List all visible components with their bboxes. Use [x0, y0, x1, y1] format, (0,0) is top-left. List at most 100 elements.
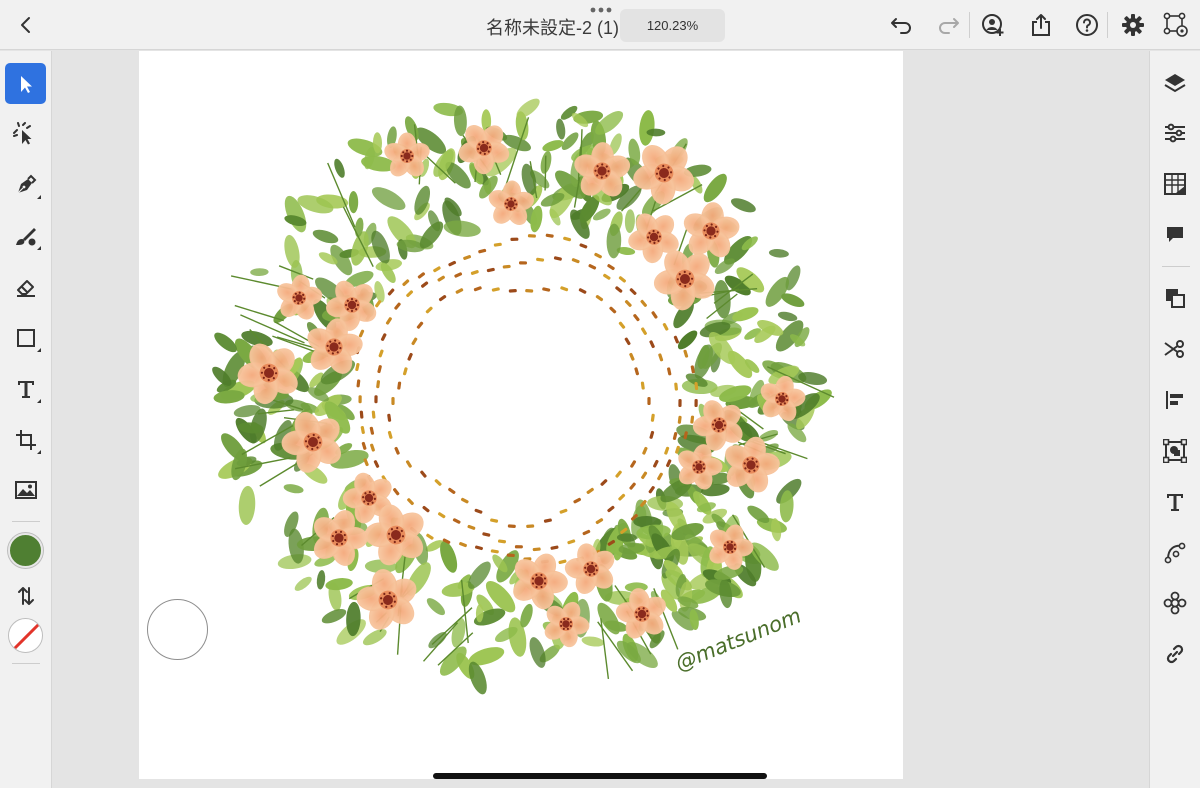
stamen [405, 149, 409, 152]
dash [437, 275, 445, 282]
dash [355, 363, 360, 371]
cloud-sync-button[interactable] [1162, 11, 1190, 39]
dash [482, 532, 491, 537]
dash [448, 260, 457, 267]
image-place-tool[interactable] [5, 469, 46, 510]
rectangle-icon [16, 328, 35, 347]
leaf [556, 118, 566, 140]
leaf [362, 629, 387, 646]
layers-button[interactable] [1161, 69, 1189, 97]
invite-button[interactable] [980, 11, 1008, 39]
selection-tool[interactable] [5, 63, 46, 104]
flower-center [403, 152, 411, 160]
eraser-icon [16, 279, 35, 297]
fill-color-swatch[interactable] [8, 533, 43, 568]
dash [674, 382, 678, 391]
pen-tool[interactable] [5, 164, 46, 205]
dash [375, 300, 382, 308]
dash [615, 286, 623, 293]
leaf [677, 330, 698, 350]
swap-colors-button[interactable] [5, 575, 46, 616]
dash [588, 264, 597, 270]
touch-shortcut-button[interactable] [147, 599, 208, 660]
leaf [624, 209, 635, 233]
dash [573, 497, 582, 504]
dash [493, 242, 502, 247]
dash [506, 553, 515, 558]
dash [422, 505, 430, 513]
canvas-svg: @matsunom [209, 95, 835, 696]
undo-button[interactable] [888, 11, 916, 39]
dash [563, 236, 572, 242]
dash [649, 430, 655, 439]
dash [378, 349, 384, 358]
type-panel-button[interactable] [1161, 488, 1189, 516]
appearance-button[interactable] [1161, 170, 1189, 198]
dash [407, 498, 414, 506]
leaf [374, 281, 385, 303]
dash [363, 458, 369, 467]
direct-selection-tool[interactable] [5, 113, 46, 154]
dash [518, 261, 528, 265]
crop-transform-tool[interactable] [5, 419, 46, 460]
zoom-level[interactable]: 120.23% [620, 9, 725, 42]
dash [438, 295, 447, 302]
arrange-button[interactable] [1161, 284, 1189, 312]
document-title[interactable]: 名称未設定-2 (1) [486, 14, 619, 40]
align-button[interactable] [1161, 386, 1189, 414]
dash [579, 243, 588, 249]
redo-button[interactable] [934, 11, 962, 39]
scissors-icon [1164, 340, 1184, 358]
share-button[interactable] [1027, 11, 1055, 39]
dash [470, 270, 479, 275]
dash [560, 286, 569, 292]
leaf [250, 268, 269, 277]
stamen [409, 158, 412, 161]
repeat-button[interactable] [1161, 589, 1189, 617]
align-left-icon [1166, 391, 1183, 409]
dash [360, 426, 365, 434]
dash [387, 430, 393, 439]
eraser-tool[interactable] [5, 266, 46, 307]
dash [373, 460, 380, 468]
dash [467, 524, 476, 530]
stamen [402, 151, 405, 154]
cut-button[interactable] [1161, 335, 1189, 363]
dash [550, 545, 559, 550]
dash [664, 446, 670, 455]
dash [677, 415, 682, 424]
type-tool[interactable] [5, 368, 46, 409]
link-button[interactable] [1161, 640, 1189, 668]
pathfinder-button[interactable] [1161, 437, 1189, 465]
properties-button[interactable] [1161, 119, 1189, 147]
stamen [409, 151, 412, 154]
toolbar-divider [969, 12, 970, 38]
brush-tool[interactable] [5, 215, 46, 256]
more-dots-icon[interactable] [589, 6, 613, 14]
dash [380, 333, 387, 341]
dash [640, 299, 647, 307]
dash [459, 542, 467, 548]
dash [558, 559, 567, 565]
stem [544, 155, 547, 191]
dash [452, 518, 461, 524]
help-button[interactable] [1073, 11, 1101, 39]
dash [448, 487, 456, 494]
comments-button[interactable] [1161, 221, 1189, 249]
back-button[interactable] [12, 11, 40, 39]
dash [407, 352, 413, 361]
path-button[interactable] [1161, 538, 1189, 566]
dash [420, 470, 427, 478]
dash [416, 321, 424, 329]
rectangle-tool[interactable] [5, 317, 46, 358]
artboard[interactable]: @matsunom [139, 51, 903, 779]
leaf [606, 223, 622, 259]
no-stroke-icon [12, 622, 41, 651]
dash [359, 410, 364, 419]
wreath-leaves[interactable] [209, 95, 835, 696]
dash [642, 446, 648, 455]
home-indicator [433, 773, 767, 779]
dash [640, 381, 645, 390]
stroke-color-swatch[interactable] [8, 618, 43, 653]
settings-button[interactable] [1119, 11, 1147, 39]
